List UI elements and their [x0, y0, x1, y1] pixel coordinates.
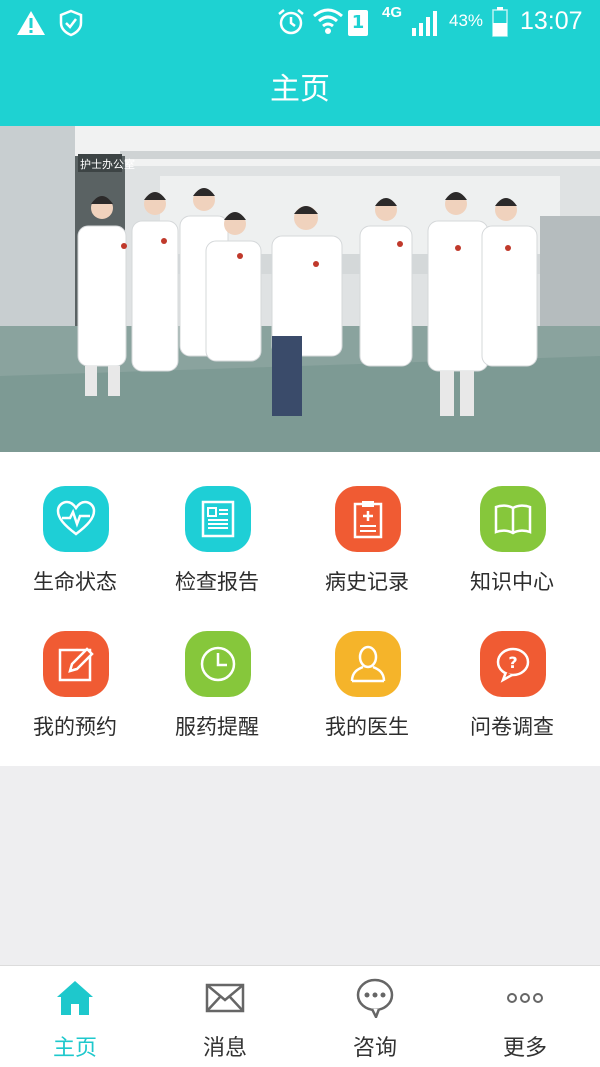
- tile-my-doctor[interactable]: 我的医生: [292, 631, 442, 771]
- tile-label: 服药提醒: [175, 715, 259, 739]
- nav-item-consult[interactable]: 咨询: [300, 966, 450, 1067]
- report-icon: [185, 486, 251, 552]
- status-bar: 1 4G 43% 13:07: [0, 0, 600, 46]
- nav-item-home[interactable]: 主页: [0, 966, 150, 1067]
- clock: 13:07: [520, 7, 583, 35]
- page-title: 主页: [270, 72, 330, 107]
- battery-percent: 43%: [449, 11, 484, 30]
- heartbeat-icon: [43, 486, 109, 552]
- clock-icon: [185, 631, 251, 697]
- tile-label: 病史记录: [325, 570, 409, 594]
- feature-grid: 生命状态 检查报告 病史记录 知识中心 我的预约 服药提醒 我的医生 ? 问卷调…: [0, 452, 600, 766]
- app-header: 主页: [0, 46, 600, 126]
- tile-label: 检查报告: [175, 570, 259, 594]
- bottom-navigation: 主页 消息 咨询 更多: [0, 965, 600, 1067]
- more-icon: [507, 993, 543, 1003]
- tile-label: 问卷调查: [470, 715, 554, 739]
- home-icon: [57, 981, 93, 1015]
- office-sign: 护士办公室: [80, 157, 135, 171]
- clipboard-icon: [335, 486, 401, 552]
- nav-label: 咨询: [352, 1036, 397, 1061]
- tile-label: 生命状态: [33, 570, 117, 594]
- wifi-icon: [313, 8, 343, 34]
- tile-vital-status[interactable]: 生命状态: [0, 486, 150, 626]
- alarm-icon: [278, 9, 304, 35]
- mail-icon: [205, 983, 245, 1013]
- tile-knowledge-center[interactable]: 知识中心: [437, 486, 587, 626]
- team-photo: 护士办公室: [0, 126, 600, 452]
- nav-label: 消息: [202, 1036, 247, 1061]
- tile-medical-history[interactable]: 病史记录: [292, 486, 442, 626]
- sim-icon: 1: [348, 10, 368, 36]
- shield-icon: [59, 9, 83, 37]
- banner-image[interactable]: 护士办公室: [0, 126, 600, 452]
- question-icon: ?: [480, 631, 546, 697]
- network-type: 4G: [382, 4, 403, 21]
- tile-exam-report[interactable]: 检查报告: [142, 486, 292, 626]
- nav-item-messages[interactable]: 消息: [150, 966, 300, 1067]
- svg-text:?: ?: [508, 653, 517, 672]
- tile-questionnaire[interactable]: ? 问卷调查: [437, 631, 587, 771]
- nav-label: 更多: [502, 1036, 547, 1061]
- battery-icon: [492, 7, 508, 37]
- warning-icon: [17, 11, 45, 35]
- book-icon: [480, 486, 546, 552]
- edit-icon: [43, 631, 109, 697]
- tile-medication-reminder[interactable]: 服药提醒: [142, 631, 292, 771]
- tile-my-appointments[interactable]: 我的预约: [0, 631, 150, 771]
- chat-icon: [356, 978, 394, 1018]
- doctor-icon: [335, 631, 401, 697]
- tile-label: 知识中心: [470, 570, 554, 594]
- nav-label: 主页: [52, 1036, 97, 1061]
- tile-label: 我的医生: [325, 715, 409, 739]
- tile-label: 我的预约: [33, 715, 117, 739]
- nav-item-more[interactable]: 更多: [450, 966, 600, 1067]
- signal-icon: [412, 11, 437, 36]
